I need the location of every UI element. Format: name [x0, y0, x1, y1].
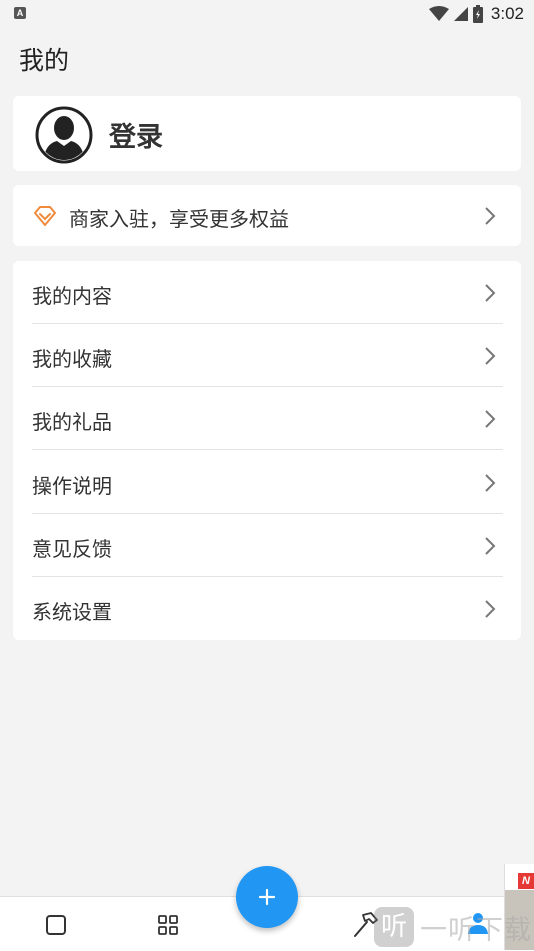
chevron-right-icon	[485, 410, 496, 428]
menu-item-label: 我的礼品	[32, 410, 112, 434]
chevron-right-icon	[485, 537, 496, 555]
login-card[interactable]: 登录	[13, 96, 521, 171]
status-bar: A 3:02	[0, 0, 534, 28]
wifi-icon	[428, 6, 449, 21]
chevron-right-icon	[485, 347, 496, 365]
signal-icon	[453, 7, 468, 21]
menu-item-label: 我的收藏	[32, 347, 112, 371]
avatar-icon	[35, 106, 93, 164]
merchant-label: 商家入驻，享受更多权益	[69, 207, 289, 231]
grid-icon[interactable]	[157, 914, 179, 936]
menu-item-label: 意见反馈	[32, 537, 112, 561]
battery-icon	[472, 5, 483, 23]
menu-item-label: 操作说明	[32, 474, 112, 498]
square-icon[interactable]	[45, 914, 67, 936]
watermark: 听 一听下载	[374, 906, 532, 948]
menu-item-feedback[interactable]: 意见反馈	[13, 514, 521, 577]
clock: 3:02	[490, 4, 524, 23]
plus-icon	[258, 888, 276, 906]
status-icons: 3:02	[428, 3, 524, 25]
chevron-right-icon	[485, 600, 496, 618]
chevron-right-icon	[485, 284, 496, 302]
menu-item-my-favorites[interactable]: 我的收藏	[13, 324, 521, 387]
watermark-logo: 听	[374, 907, 414, 947]
menu-item-settings[interactable]: 系统设置	[13, 577, 521, 640]
watermark-text: 一听下载	[420, 914, 532, 946]
add-button[interactable]	[236, 866, 298, 928]
menu-item-my-content[interactable]: 我的内容	[13, 261, 521, 324]
menu-item-instructions[interactable]: 操作说明	[13, 451, 521, 514]
login-label: 登录	[109, 122, 163, 153]
chevron-right-icon	[485, 474, 496, 492]
chevron-right-icon	[485, 207, 496, 225]
diamond-icon	[34, 206, 56, 226]
menu-item-label: 系统设置	[32, 600, 112, 624]
app-notification-icon: A	[14, 7, 26, 19]
menu-item-label: 我的内容	[32, 284, 112, 308]
divider	[32, 449, 503, 450]
page-title: 我的	[19, 46, 70, 75]
menu-item-my-gifts[interactable]: 我的礼品	[13, 387, 521, 450]
menu-list: 我的内容 我的收藏 我的礼品 操作说明 意见反馈 系统设置	[13, 261, 521, 640]
merchant-entry[interactable]: 商家入驻，享受更多权益	[13, 185, 521, 246]
ad-badge: N	[518, 873, 534, 889]
